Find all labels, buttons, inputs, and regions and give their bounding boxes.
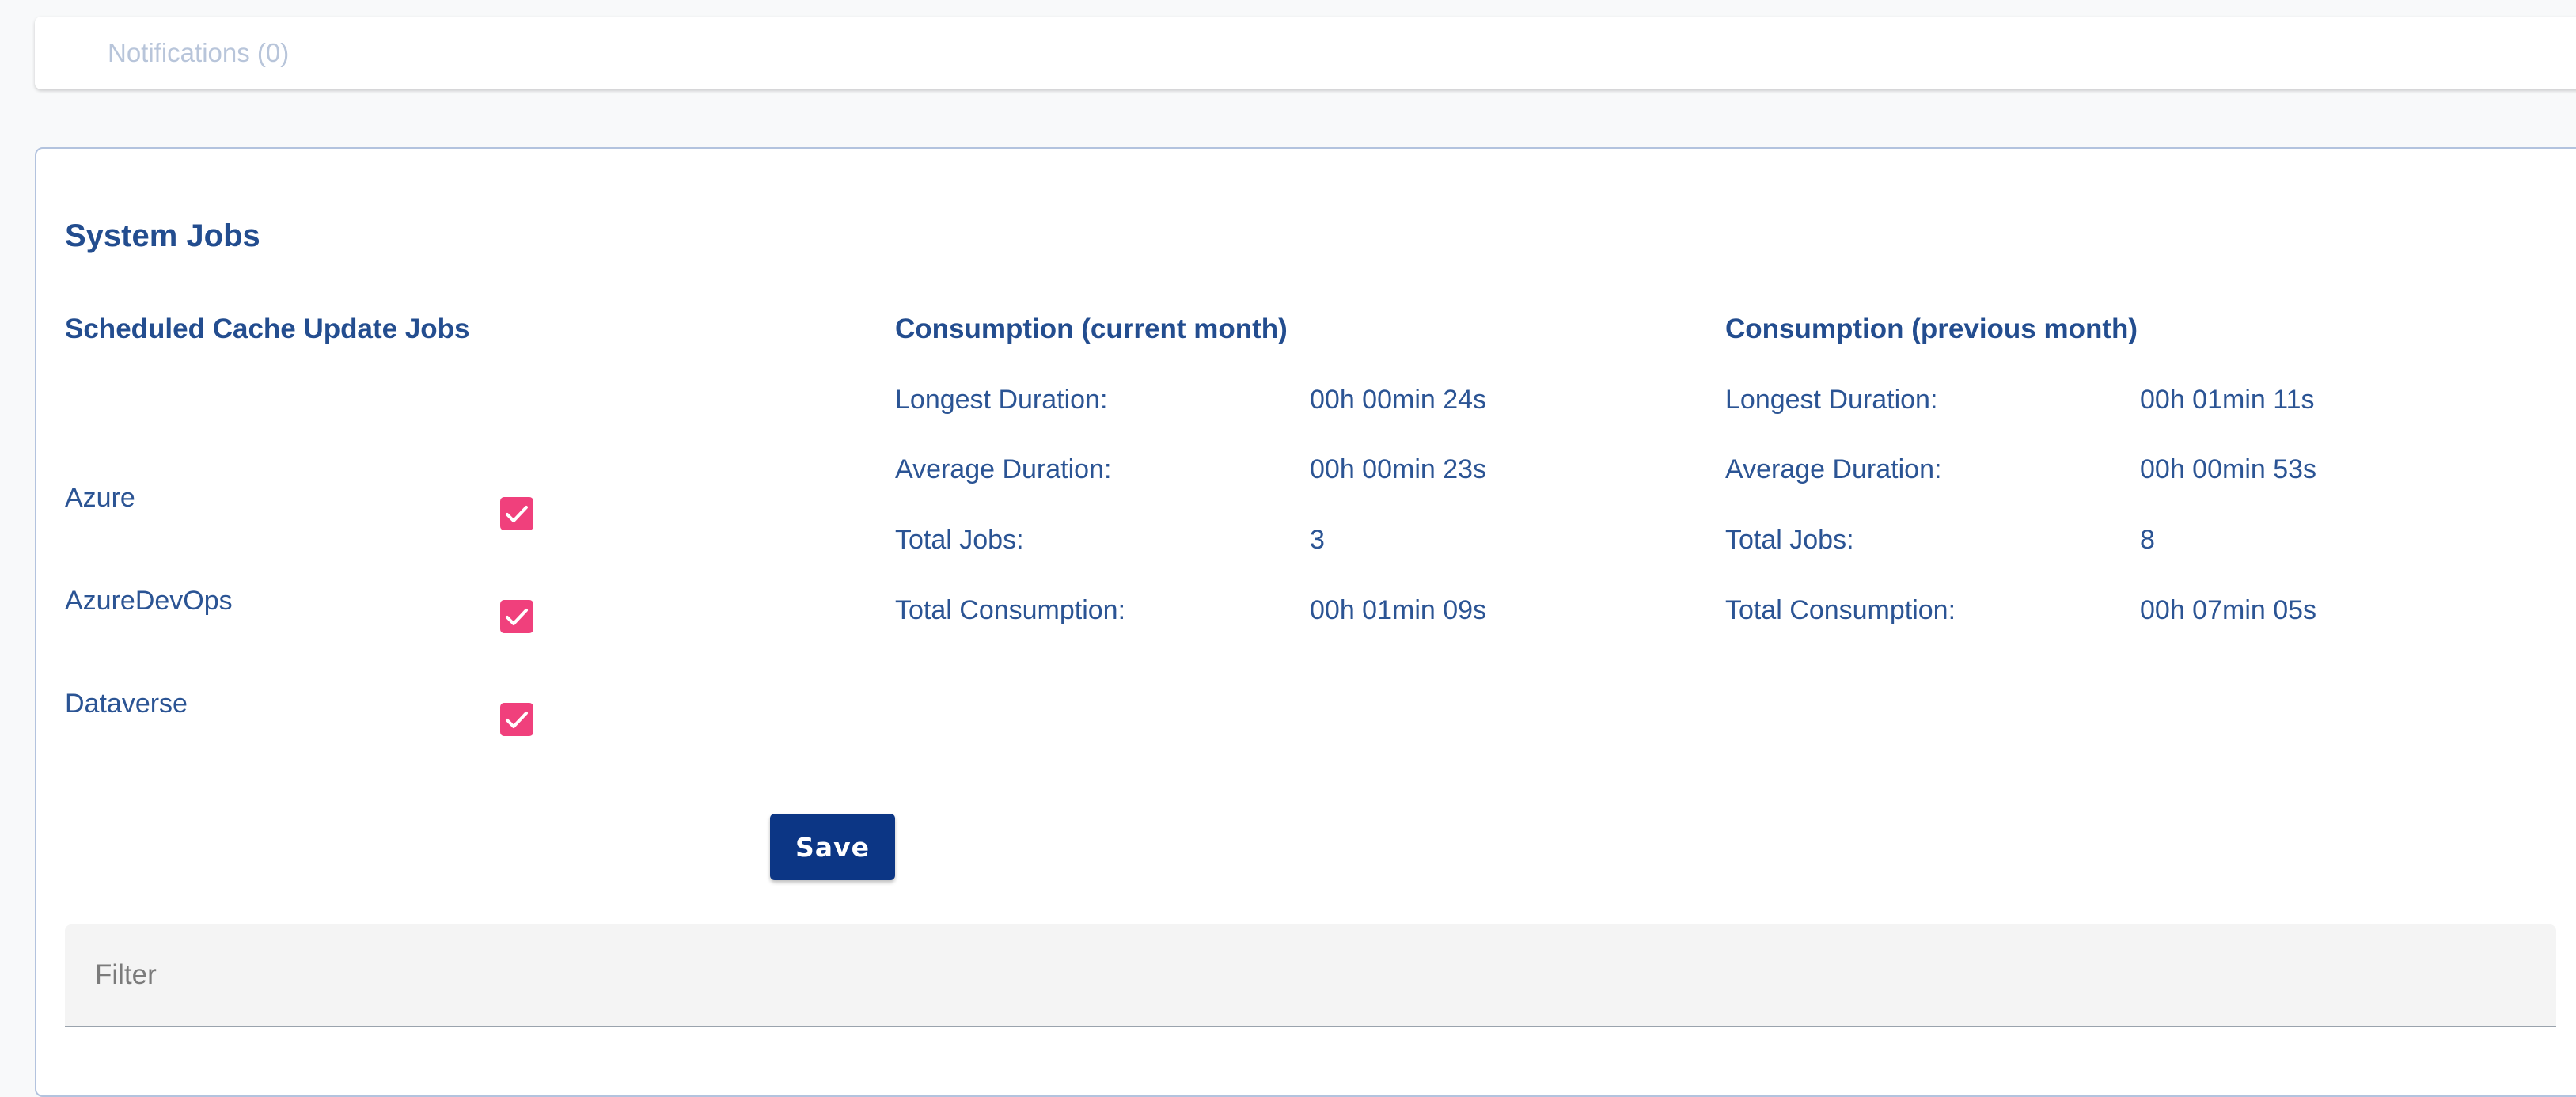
previous-longest-value: 00h 01min 11s (2140, 385, 2315, 415)
job-checkbox-dataverse[interactable] (500, 703, 533, 736)
previous-longest-label: Longest Duration: (1725, 385, 1938, 415)
current-longest-label: Longest Duration: (895, 385, 1108, 415)
previous-average-label: Average Duration: (1725, 454, 1942, 484)
check-icon (506, 609, 528, 625)
previous-average-value: 00h 00min 53s (2140, 454, 2317, 484)
job-label-azure: Azure (65, 483, 135, 513)
system-jobs-panel: System Jobs Scheduled Cache Update Jobs … (35, 147, 2576, 1097)
notifications-bar: Notifications (0) (35, 17, 2576, 89)
scheduled-jobs-heading: Scheduled Cache Update Jobs (65, 313, 470, 344)
job-checkbox-azuredevops[interactable] (500, 600, 533, 633)
current-longest-value: 00h 00min 24s (1310, 385, 1487, 415)
current-total-consumption-value: 00h 01min 09s (1310, 595, 1487, 625)
job-label-dataverse: Dataverse (65, 689, 188, 719)
check-icon (506, 506, 528, 522)
current-month-heading: Consumption (current month) (895, 313, 1288, 344)
job-label-azuredevops: AzureDevOps (65, 586, 233, 616)
tab-notifications[interactable]: Notifications (0) (108, 17, 289, 89)
page-title: System Jobs (65, 218, 260, 253)
current-average-label: Average Duration: (895, 454, 1112, 484)
filter-field (65, 924, 2556, 1027)
previous-total-consumption-value: 00h 07min 05s (2140, 595, 2317, 625)
current-total-jobs-value: 3 (1310, 525, 1325, 555)
current-average-value: 00h 00min 23s (1310, 454, 1487, 484)
previous-total-jobs-value: 8 (2140, 525, 2155, 555)
previous-total-jobs-label: Total Jobs: (1725, 525, 1854, 555)
previous-total-consumption-label: Total Consumption: (1725, 595, 1956, 625)
job-checkbox-azure[interactable] (500, 497, 533, 530)
previous-month-heading: Consumption (previous month) (1725, 313, 2138, 344)
current-total-jobs-label: Total Jobs: (895, 525, 1024, 555)
save-button[interactable]: Save (770, 814, 895, 880)
filter-input[interactable] (65, 924, 2556, 1026)
current-total-consumption-label: Total Consumption: (895, 595, 1126, 625)
check-icon (506, 712, 528, 728)
